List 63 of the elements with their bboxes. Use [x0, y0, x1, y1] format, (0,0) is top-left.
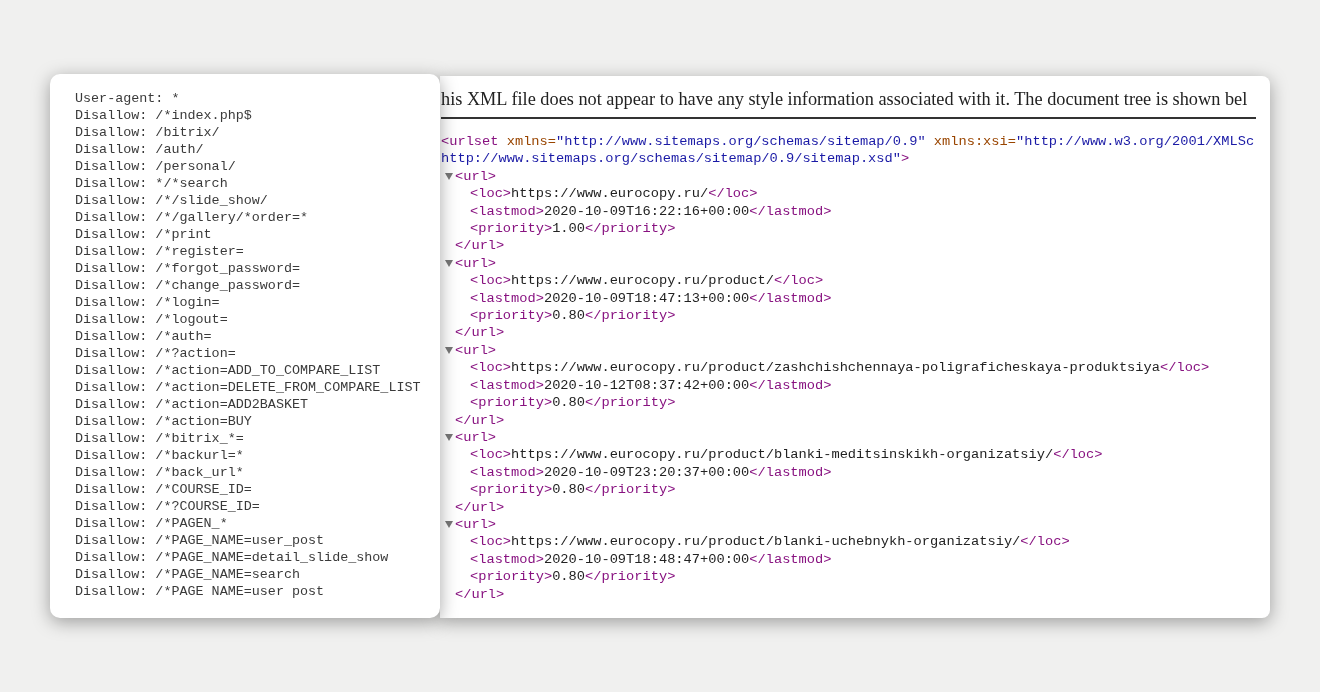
- xml-code-line: <lastmod>2020-10-09T18:47:13+00:00</lastmod>: [470, 289, 832, 308]
- robots-rule-line: Disallow: /*print: [75, 226, 212, 243]
- xml-code-line: </url>: [455, 498, 505, 516]
- robots-rule-line: Disallow: /*register=: [75, 243, 244, 260]
- xml-style-notice: his XML file does not appear to have any style information associated with it. The document tree is shown bel: [441, 88, 1248, 110]
- robots-rule-line: Disallow: /*PAGE NAME=user post: [75, 583, 325, 600]
- xml-code-line: <lastmod>2020-10-09T23:20:37+00:00</lastmod>: [470, 463, 832, 482]
- robots-rule-line: Disallow: */*search: [75, 175, 228, 192]
- xml-code-line: <lastmod>2020-10-09T18:48:47+00:00</lastmod>: [470, 550, 832, 569]
- xml-code-line: </url>: [455, 237, 505, 255]
- robots-rule-line: Disallow: /personal/: [75, 158, 236, 175]
- xml-code-line: </url>: [455, 411, 505, 429]
- xml-code-line: <priority>0.80</priority>: [470, 394, 676, 412]
- robots-rule-line: User-agent: *: [75, 90, 180, 107]
- xml-code-line: <lastmod>2020-10-12T08:37:42+00:00</lastmod>: [470, 376, 832, 395]
- xml-code-line: <url>: [455, 254, 497, 273]
- xml-code-line: <loc>https://www.eurocopy.ru/product/</loc>: [470, 272, 824, 290]
- robots-rule-line: Disallow: /*/slide_show/: [75, 192, 268, 209]
- robots-rule-line: Disallow: /*index.php$: [75, 107, 252, 124]
- robots-rule-line: Disallow: /*action=BUY: [75, 413, 252, 430]
- xml-code-line: <priority>0.80</priority>: [470, 307, 676, 325]
- robots-rule-line: Disallow: /*/gallery/*order=*: [75, 209, 309, 226]
- robots-rule-line: Disallow: /*COURSE_ID=: [75, 481, 252, 498]
- robots-rule-line: Disallow: /*auth=: [75, 328, 212, 345]
- collapse-triangle-icon[interactable]: [445, 173, 453, 180]
- robots-rule-line: Disallow: /*bitrix_*=: [75, 430, 244, 447]
- robots-rule-line: Disallow: /*PAGE_NAME=user_post: [75, 532, 325, 549]
- robots-rule-line: Disallow: /*action=ADD2BASKET: [75, 396, 309, 413]
- xml-code-line: </url>: [455, 585, 505, 603]
- xml-code-line: <url>: [455, 428, 497, 447]
- robots-rule-line: Disallow: /*back_url*: [75, 464, 244, 481]
- robots-rule-line: Disallow: /auth/: [75, 141, 204, 158]
- robots-rule-line: Disallow: /*PAGE_NAME=detail_slide_show: [75, 549, 389, 566]
- xml-code-line: <priority>0.80</priority>: [470, 481, 676, 499]
- robots-rule-line: Disallow: /*action=DELETE_FROM_COMPARE_LIST: [75, 379, 421, 396]
- robots-rule-line: Disallow: /*login=: [75, 294, 220, 311]
- xml-code-line: <urlset xmlns="http://www.sitemaps.org/schemas/sitemap/0.9" xmlns:xsi="http://www.w3.org/2001/XMLSc: [441, 133, 1255, 151]
- robots-rule-line: Disallow: /bitrix/: [75, 124, 220, 141]
- xml-code-line: <url>: [455, 515, 497, 534]
- robots-rule-line: Disallow: /*PAGEN_*: [75, 515, 228, 532]
- robots-rule-line: Disallow: /*?action=: [75, 345, 236, 362]
- collapse-triangle-icon[interactable]: [445, 434, 453, 442]
- xml-code-line: <lastmod>2020-10-09T16:22:16+00:00</lastmod>: [470, 202, 832, 221]
- xml-code-line: <priority>1.00</priority>: [470, 220, 676, 238]
- xml-code-line: <loc>https://www.eurocopy.ru/</loc>: [470, 185, 758, 203]
- robots-rule-line: Disallow: /*PAGE_NAME=search: [75, 566, 300, 583]
- xml-code-line: <loc>https://www.eurocopy.ru/product/blanki-meditsinskikh-organizatsiy/</loc>: [470, 446, 1103, 464]
- robots-rule-line: Disallow: /*?COURSE_ID=: [75, 498, 260, 515]
- collapse-triangle-icon[interactable]: [445, 260, 453, 268]
- xml-code-line: <url>: [455, 167, 497, 186]
- robots-rule-line: Disallow: /*logout=: [75, 311, 228, 328]
- xml-code-line: </url>: [455, 324, 505, 342]
- xml-code-line: <loc>https://www.eurocopy.ru/product/zashchishchennaya-poligraficheskaya-produktsiya</loc>: [470, 359, 1210, 377]
- xml-code-line: <priority>0.80</priority>: [470, 568, 676, 586]
- robots-rule-line: Disallow: /*action=ADD_TO_COMPARE_LIST: [75, 362, 381, 379]
- collapse-triangle-icon[interactable]: [445, 521, 453, 529]
- robots-rule-line: Disallow: /*change_password=: [75, 277, 300, 294]
- xml-code-line: http://www.sitemaps.org/schemas/sitemap/0.9/sitemap.xsd">: [441, 150, 910, 168]
- xml-code-line: <loc>https://www.eurocopy.ru/product/blanki-uchebnykh-organizatsiy/</loc>: [470, 533, 1070, 551]
- xml-code-line: <url>: [455, 341, 497, 360]
- robots-rule-line: Disallow: /*forgot_password=: [75, 260, 300, 277]
- collapse-triangle-icon[interactable]: [445, 347, 453, 355]
- robots-rule-line: Disallow: /*backurl=*: [75, 447, 244, 464]
